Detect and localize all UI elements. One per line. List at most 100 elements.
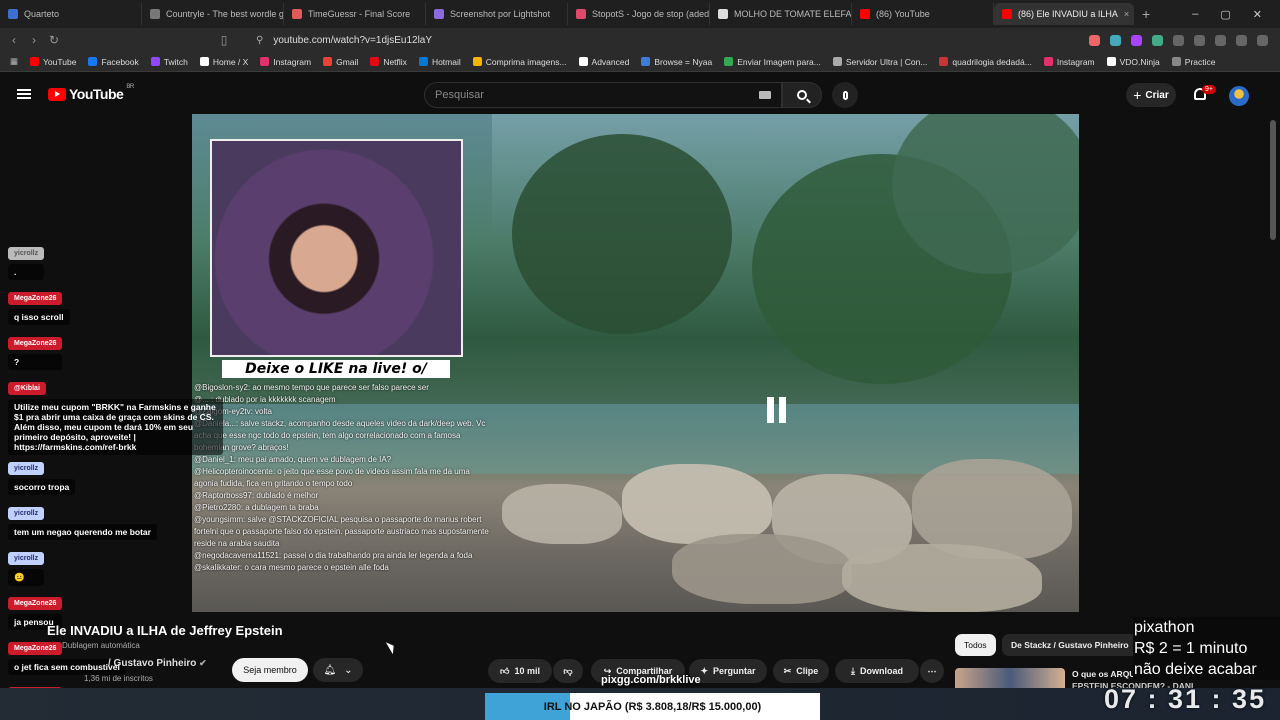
video-title: Ele INVADIU a ILHA de Jeffrey Epstein — [47, 623, 283, 638]
browser-tab[interactable]: Quarteto — [0, 3, 142, 25]
bookmark-item[interactable]: Facebook — [88, 56, 139, 67]
live-chat-message: yicrollz tem um negao querendo me botar — [8, 502, 157, 540]
close-window-icon[interactable]: ✕ — [1253, 8, 1262, 21]
extension-icon[interactable] — [1089, 34, 1100, 46]
browser-tab[interactable]: (86) YouTube — [852, 3, 994, 25]
extension-icon[interactable] — [1173, 34, 1184, 46]
more-actions-button[interactable]: ⋯ — [920, 659, 944, 683]
bookmark-item[interactable]: Instagram — [260, 57, 311, 67]
bookmark-item[interactable]: Comprima imagens... — [472, 57, 567, 67]
bookmark-item[interactable]: Instagram — [1043, 57, 1095, 67]
youtube-play-icon — [48, 87, 66, 101]
extension-icon[interactable] — [1257, 34, 1268, 46]
bookmark-item[interactable]: Browse = Nyaa — [641, 57, 712, 67]
bookmark-item[interactable]: Practice — [1171, 57, 1216, 67]
stream-chat-line: @Daniel_1: meu pai amado, quem ve dublag… — [194, 455, 392, 464]
close-tab-icon[interactable]: × — [1124, 9, 1129, 19]
extension-icon[interactable] — [1215, 34, 1226, 46]
channel-name[interactable]: / Gustavo Pinheiro ✔ — [108, 658, 207, 669]
like-button[interactable]: 👍︎ 10 mil — [488, 659, 552, 683]
download-label: Download — [859, 666, 903, 676]
search-button[interactable] — [782, 82, 822, 108]
bookmark-icon[interactable]: ▯ — [214, 33, 234, 47]
tab-favicon-icon — [1002, 9, 1012, 19]
forward-icon[interactable]: › — [24, 33, 44, 47]
extension-icon[interactable] — [1110, 34, 1121, 46]
bookmark-label: YouTube — [43, 56, 77, 67]
bookmark-item[interactable]: Advanced — [578, 56, 630, 67]
pixathon-slogan: não deixe acabar — [1134, 661, 1257, 678]
browser-tab[interactable]: Countryle - The best wordle g — [142, 3, 284, 25]
bookmark-favicon-icon — [199, 57, 209, 66]
live-chat-message: yicrollz 😐 — [8, 547, 45, 586]
bookmark-item[interactable]: Twitch — [150, 56, 188, 67]
chat-text: 😐 — [8, 569, 45, 586]
chat-text: q isso scroll — [8, 309, 70, 325]
chat-username: MegaZone26 — [8, 597, 63, 610]
subscription-bell-button[interactable]: 🔔︎ ⌄ — [313, 658, 363, 682]
bookmark-label: Advanced — [591, 56, 630, 67]
region-code: BR — [126, 84, 134, 90]
bookmark-item[interactable]: Hotmail — [418, 57, 461, 67]
chip-channel[interactable]: De Stackz / Gustavo Pinheiro — [1002, 634, 1138, 656]
menu-icon[interactable] — [17, 89, 31, 99]
minimize-icon[interactable]: – — [1192, 8, 1198, 21]
bookmark-label: Facebook — [101, 56, 139, 67]
browser-tab[interactable]: StopotS - Jogo de stop (adedo — [568, 3, 710, 25]
join-button[interactable]: Seja membro — [232, 658, 308, 682]
bookmark-item[interactable]: Netflix — [370, 57, 407, 67]
browser-tab[interactable]: (86) Ele INVADIU a ILHA × — [994, 3, 1134, 25]
maximize-icon[interactable]: ▢ — [1220, 8, 1230, 21]
browser-tab[interactable]: Screenshot por Lightshot — [426, 3, 568, 25]
bookmark-label: Enviar Imagem para... — [737, 56, 821, 67]
bookmark-item[interactable]: YouTube — [30, 57, 76, 67]
pixathon-rate: R$ 2 = 1 minuto — [1134, 640, 1248, 657]
create-button[interactable]: + Criar — [1126, 83, 1176, 107]
download-icon: ⤓ — [851, 665, 855, 676]
bookmark-item[interactable]: Home / X — [199, 57, 248, 67]
bookmark-label: Twitch — [163, 56, 188, 67]
thumbs-up-icon: 👍︎ — [500, 665, 510, 676]
tab-favicon-icon — [718, 9, 728, 19]
sparkle-icon: ✦ — [700, 665, 709, 676]
video-player[interactable]: Deixe o LIKE na live! o/ @Bigoslon-sy2: … — [192, 114, 1079, 612]
back-icon[interactable]: ‹ — [4, 33, 24, 47]
account-avatar[interactable] — [1229, 86, 1249, 106]
clip-button[interactable]: ✂ Clipe — [773, 659, 829, 683]
chat-username: MegaZone26 — [8, 642, 63, 655]
live-chat-message: @Kiblai Utilize meu cupom "BRKK" na Farms… — [8, 377, 223, 455]
plus-icon: + — [1133, 87, 1142, 103]
url-text: youtube.com/watch?v=1djsEu12laY — [273, 34, 433, 46]
bookmark-favicon-icon — [1106, 57, 1116, 66]
extension-icon[interactable] — [1131, 34, 1142, 46]
site-info-icon[interactable]: ⚲ — [256, 35, 263, 46]
video-scene-rock — [622, 464, 772, 544]
bookmark-item[interactable]: quadrilogia dedadá... — [939, 57, 1032, 67]
apps-grid-icon[interactable]: ▦ — [10, 56, 18, 67]
extension-icon[interactable] — [1194, 34, 1205, 46]
tab-label: Quarteto — [24, 9, 60, 19]
reload-icon[interactable]: ↻ — [44, 33, 64, 47]
pause-icon[interactable] — [765, 397, 789, 423]
tab-favicon-icon — [150, 9, 160, 19]
page-scrollbar[interactable] — [1270, 120, 1276, 240]
bookmark-item[interactable]: Enviar Imagem para... — [724, 57, 821, 67]
thumbs-down-icon: 👎︎ — [563, 665, 573, 676]
url-field[interactable]: ⚲ youtube.com/watch?v=1djsEu12laY — [248, 30, 968, 50]
youtube-logo[interactable]: YouTube BR — [48, 84, 134, 102]
bookmark-item[interactable]: Gmail — [323, 57, 358, 67]
browser-tab[interactable]: MOLHO DE TOMATE ELEFANTE — [710, 3, 852, 25]
voice-search-button[interactable] — [832, 82, 858, 108]
bookmark-item[interactable]: Servidor Ultra | Con... — [832, 57, 927, 67]
search-input[interactable]: Pesquisar — [424, 82, 782, 108]
chip-all[interactable]: Todos — [955, 634, 996, 656]
download-button[interactable]: ⤓ Download — [835, 659, 919, 683]
extension-icon[interactable] — [1236, 34, 1247, 46]
bookmark-favicon-icon — [370, 57, 380, 66]
keyboard-icon[interactable] — [759, 91, 771, 99]
bookmark-item[interactable]: VDO.Ninja — [1106, 57, 1160, 67]
dislike-button[interactable]: 👎︎ — [553, 659, 583, 683]
browser-tab[interactable]: TimeGuessr - Final Score — [284, 3, 426, 25]
extension-icon[interactable] — [1152, 34, 1163, 46]
new-tab-icon[interactable]: + — [1142, 6, 1150, 22]
